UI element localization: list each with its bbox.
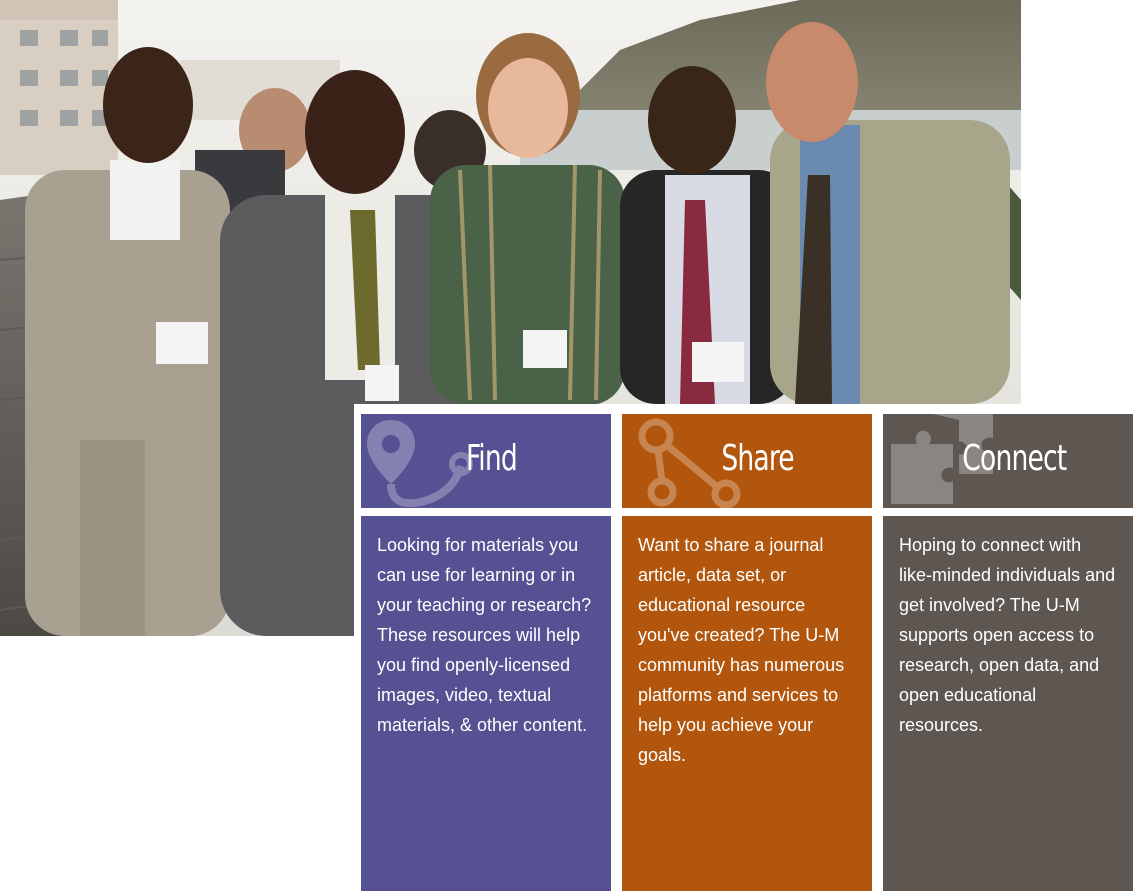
feature-cards: Find Looking for materials you can use f… <box>354 404 1144 891</box>
connect-title: Connect <box>962 438 1067 479</box>
find-title: Find <box>465 438 518 479</box>
connect-card-body: Hoping to connect with like-minded indiv… <box>883 516 1133 891</box>
find-description: Looking for materials you can use for le… <box>377 535 592 735</box>
share-card-header[interactable]: Share <box>622 414 872 508</box>
share-description: Want to share a journal article, data se… <box>638 535 845 765</box>
find-card-body: Looking for materials you can use for le… <box>361 516 611 891</box>
connect-card-header[interactable]: Connect <box>883 414 1133 508</box>
connect-description: Hoping to connect with like-minded indiv… <box>899 535 1116 735</box>
share-card-body: Want to share a journal article, data se… <box>622 516 872 891</box>
find-card-header[interactable]: Find <box>361 414 611 508</box>
share-title: Share <box>721 438 794 479</box>
